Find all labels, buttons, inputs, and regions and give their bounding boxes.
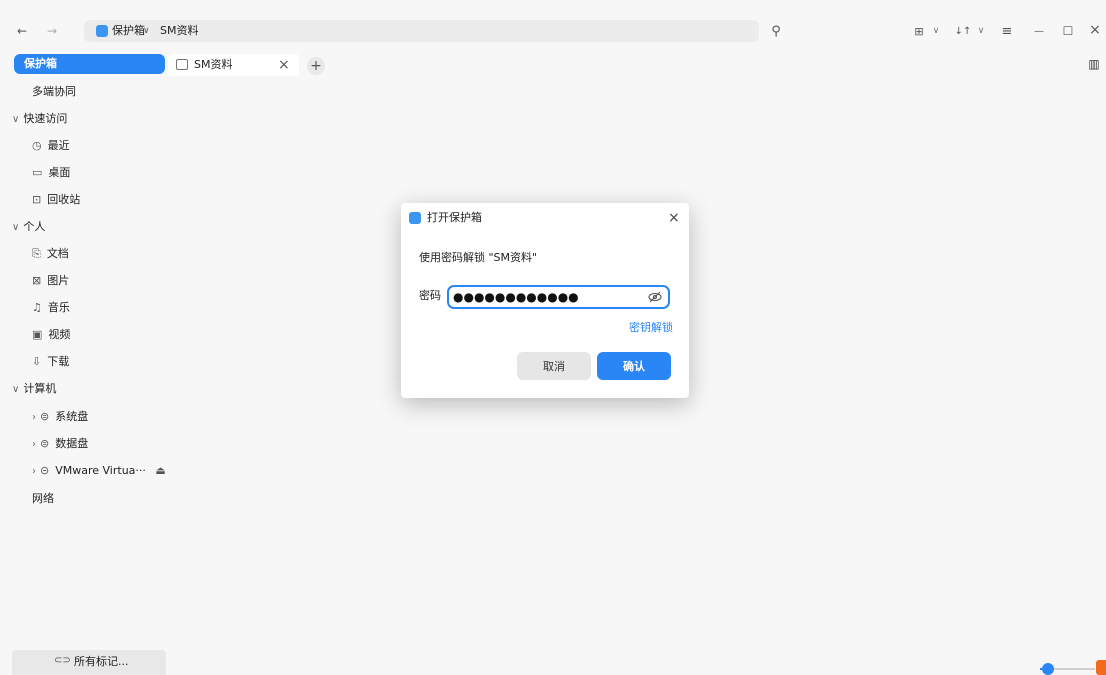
icon-view-icon[interactable]: ⊞ <box>912 22 926 40</box>
sidebar-item-label: 系统盘 <box>55 410 89 423</box>
icon-size-slider-thumb[interactable] <box>1042 663 1054 675</box>
image-icon: ⊠ <box>32 274 42 287</box>
sidebar-item-network[interactable]: 网络 <box>32 490 54 508</box>
chevron-right-icon: › <box>32 439 36 450</box>
video-icon: ▣ <box>32 328 43 341</box>
sidebar-section-label: 计算机 <box>23 382 57 395</box>
vault-icon <box>96 25 108 37</box>
disk-icon: ⊜ <box>40 437 50 450</box>
chevron-down-icon[interactable]: ∨ <box>143 23 150 39</box>
sidebar-item-trash[interactable]: ⊡ 回收站 <box>32 191 80 209</box>
sidebar-item-label: 多端协同 <box>32 85 76 98</box>
sidebar-item-label: 最近 <box>47 139 70 152</box>
unlock-vault-dialog: 打开保护箱 × 使用密码解锁 "SM资料" 密码 ●●●●●●●●●●●● 密钥… <box>401 203 689 398</box>
sidebar-item-label: 音乐 <box>47 301 70 314</box>
sidebar-item-pictures[interactable]: ⊠ 图片 <box>32 272 69 290</box>
sidebar-item-vmware[interactable]: › ⊝ VMware Virtua··· ⏏ <box>32 462 166 480</box>
sidebar-item-label: 网络 <box>32 492 54 505</box>
tab-close-icon[interactable]: × <box>278 56 290 74</box>
all-tags-button[interactable]: ⊂⊃ 所有标记... <box>12 650 166 675</box>
monitor-icon: ▭ <box>32 166 43 179</box>
sidebar-item-label: 视频 <box>48 328 71 341</box>
sidebar-item-label: 下载 <box>47 355 70 368</box>
sidebar-item-music[interactable]: ♫ 音乐 <box>32 299 70 317</box>
sidebar-item-label: 图片 <box>47 274 70 287</box>
menu-icon[interactable]: ≡ <box>1000 22 1014 40</box>
sidebar-item-desktop[interactable]: ▭ 桌面 <box>32 164 70 182</box>
drive-icon: ⊝ <box>40 464 50 477</box>
sidebar-section-label: 快速访问 <box>23 112 68 125</box>
dialog-close-icon[interactable]: × <box>668 209 680 227</box>
confirm-button[interactable]: 确认 <box>597 352 671 380</box>
eject-icon[interactable]: ⏏ <box>155 464 165 477</box>
download-icon: ⇩ <box>32 355 42 368</box>
location-label[interactable]: 保护箱 <box>112 23 145 39</box>
close-window-icon[interactable]: × <box>1088 21 1102 39</box>
breadcrumb-sm-data[interactable]: SM资料 <box>160 23 198 39</box>
sidebar-item-videos[interactable]: ▣ 视频 <box>32 326 70 344</box>
dialog-prompt: 使用密码解锁 "SM资料" <box>419 251 538 264</box>
tag-icon: ⊂⊃ <box>54 655 71 666</box>
clock-icon: ◷ <box>32 139 42 152</box>
sidebar-item-recent[interactable]: ◷ 最近 <box>32 137 70 155</box>
chevron-right-icon: › <box>32 412 36 423</box>
sidebar-item-system-disk[interactable]: › ⊜ 系统盘 <box>32 408 88 426</box>
chevron-down-icon: ∨ <box>12 114 20 125</box>
tab-sm-data[interactable]: SM资料 × <box>168 54 299 76</box>
search-icon[interactable]: ⚲ <box>767 22 785 40</box>
view-chevron-down-icon[interactable]: ∨ <box>930 22 942 40</box>
sidebar-item-label: VMware Virtua··· <box>55 464 146 477</box>
sort-icon[interactable]: ↓↑ <box>955 22 972 40</box>
sidebar-item-label: 回收站 <box>47 193 81 206</box>
chevron-down-icon: ∨ <box>12 222 20 233</box>
address-bar[interactable]: 保护箱 ∨ SM资料 <box>84 20 759 42</box>
sidebar-section-quick-access[interactable]: ∨ 快速访问 <box>12 110 67 128</box>
sidebar-item-label: 文档 <box>46 247 69 260</box>
back-arrow-icon[interactable]: ← <box>14 22 30 40</box>
tray-app-icon[interactable] <box>1096 660 1106 675</box>
sidebar-item-documents[interactable]: ⎘ 文档 <box>32 245 69 263</box>
sidebar-section-personal[interactable]: ∨ 个人 <box>12 218 45 236</box>
all-tags-label: 所有标记... <box>74 655 129 668</box>
sidebar-item-label: 数据盘 <box>55 437 89 450</box>
disk-icon: ⊜ <box>40 410 50 423</box>
document-icon: ⎘ <box>32 247 41 260</box>
key-unlock-link[interactable]: 密钥解锁 <box>629 320 673 336</box>
eye-hidden-icon[interactable] <box>647 290 663 304</box>
password-value: ●●●●●●●●●●●● <box>453 290 579 304</box>
sidebar-item-multi-device[interactable]: 多端协同 <box>32 83 76 101</box>
minimize-icon[interactable]: — <box>1032 22 1046 40</box>
cancel-button[interactable]: 取消 <box>517 352 591 380</box>
vault-folder-icon <box>176 59 188 70</box>
forward-arrow-icon[interactable]: → <box>44 22 60 40</box>
sidebar-item-label: 桌面 <box>48 166 71 179</box>
tab-label: SM资料 <box>194 58 233 71</box>
sidebar-item-label: 保护箱 <box>24 57 57 70</box>
maximize-icon[interactable]: ☐ <box>1061 22 1075 40</box>
sidebar-section-label: 个人 <box>23 220 46 233</box>
dialog-title: 打开保护箱 <box>427 211 482 224</box>
sidebar-item-downloads[interactable]: ⇩ 下载 <box>32 353 69 371</box>
sort-chevron-down-icon[interactable]: ∨ <box>975 22 987 40</box>
vault-icon <box>409 212 421 224</box>
trash-icon: ⊡ <box>32 193 42 206</box>
sidepanel-toggle-icon[interactable]: ▥ <box>1087 56 1101 72</box>
password-input[interactable]: ●●●●●●●●●●●● <box>447 285 670 309</box>
sidebar-section-computer[interactable]: ∨ 计算机 <box>12 380 56 398</box>
chevron-right-icon: › <box>32 466 36 477</box>
password-label: 密码 <box>419 289 441 302</box>
music-note-icon: ♫ <box>32 301 42 314</box>
chevron-down-icon: ∨ <box>12 384 20 395</box>
sidebar <box>0 54 166 675</box>
new-tab-button[interactable]: + <box>307 57 325 75</box>
sidebar-item-vault[interactable]: 保护箱 <box>14 54 165 74</box>
sidebar-item-data-disk[interactable]: › ⊜ 数据盘 <box>32 435 88 453</box>
